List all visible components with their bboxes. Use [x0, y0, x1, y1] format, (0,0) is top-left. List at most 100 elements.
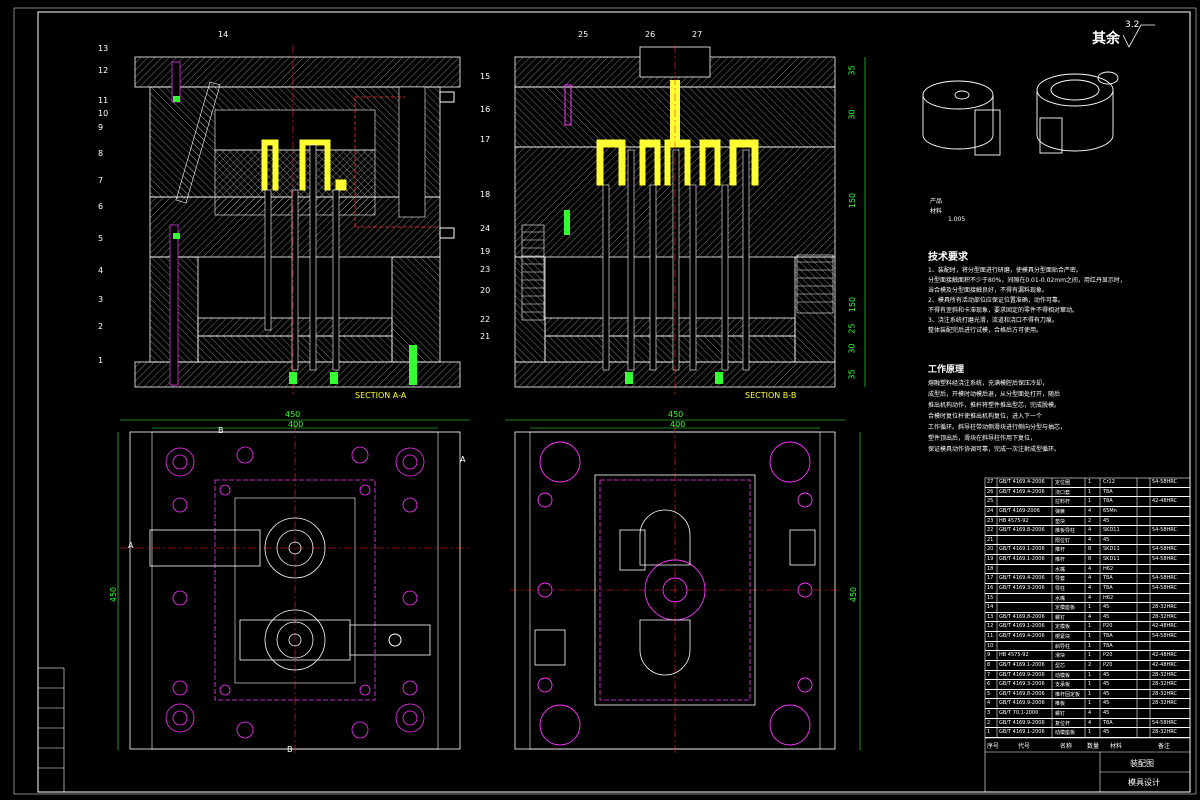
bom-cell-qty: 1 — [1088, 604, 1092, 611]
bom-cell-qty: 1 — [1088, 488, 1092, 495]
bom-cell-name: 型芯 — [1055, 662, 1066, 669]
tech-line: 当合模及分型面接触良好，不得有漏料现象。 — [928, 287, 1049, 294]
bom-cell-mat: H62 — [1103, 594, 1114, 601]
bom-cell-std: GB/T 4169.4-2006 — [999, 479, 1045, 485]
bom-cell-qty: 4 — [1088, 613, 1092, 620]
bom-row: 14 定模座板 1 45 28-32HRC — [985, 603, 1190, 613]
bom-cell-name: 拉料杆 — [1055, 499, 1071, 506]
bom-row: 4 GB/T 4169.9-2006 推板 1 45 28-32HRC — [985, 699, 1190, 710]
part-number: 19 — [480, 247, 491, 256]
part-number: 11 — [98, 96, 109, 105]
part-number: 25 — [578, 30, 589, 39]
dim-width-inner-right: 400 — [670, 420, 686, 429]
bom-cell-qty: 4 — [1088, 575, 1092, 582]
tech-line: 不得有歪斜和卡滞现象，要求固定的零件不得相对窜动。 — [928, 307, 1079, 314]
bom-cell-note: 28-32HRC — [1152, 604, 1178, 611]
bom-row: 17 GB/T 4169.4-2006 导套 4 T8A 54-58HRC — [985, 574, 1190, 584]
dim-height: 35 — [847, 65, 857, 76]
bom-row: 7 GB/T 4169.9-2006 动模板 1 45 28-32HRC — [985, 671, 1190, 681]
bom-cell-std: GB/T 4169.8-2006 — [999, 527, 1045, 534]
plan-view-moving-half — [120, 425, 470, 755]
work-title: 工作原理 — [928, 365, 965, 375]
bom-cell-no: 17 — [987, 575, 994, 582]
bom-row: 19 GB/T 4169.1-2006 推杆 8 SKD11 54-58HRC — [985, 555, 1190, 565]
part-number: 8 — [98, 149, 104, 158]
bom-cell-qty: 1 — [1088, 479, 1092, 485]
bom-cell-std: GB/T 4169.1-2006 — [999, 546, 1045, 553]
part-number: 27 — [692, 30, 703, 39]
work-line: 熔融塑料经浇注系统，充满模腔后保压冷却， — [928, 380, 1049, 387]
bom-cell-qty: 1 — [1088, 498, 1092, 505]
bom-row: 21 限位钉 4 45 — [985, 536, 1190, 546]
bom-cell-name: 支承板 — [1055, 682, 1071, 689]
bom-cell-mat: 45 — [1103, 681, 1110, 688]
bom-row: 1 GB/T 4169.1-2006 动模座板 1 45 28-32HRC — [985, 728, 1190, 738]
bom-cell-no: 23 — [987, 517, 994, 524]
drawing-title: 装配图 — [1130, 759, 1154, 768]
bom-cell-mat: T8A — [1103, 719, 1113, 726]
product-3d-views — [922, 71, 1119, 156]
bom-header-mat: 材料 — [1110, 743, 1123, 750]
bom-row: 24 GB/T 4169-2006 弹簧 4 65Mn — [985, 507, 1190, 517]
bom-cell-qty: 2 — [1088, 661, 1092, 668]
bom-cell-std: GB/T 4169.1-2006 — [999, 623, 1045, 630]
bom-cell-note: 28-32HRC — [1152, 613, 1178, 620]
bom-cell-mat: T8A — [1103, 642, 1113, 649]
bom-cell-name: 推杆 — [1055, 557, 1066, 564]
bom-cell-note: 28-32HRC — [1152, 681, 1178, 688]
bom-cell-name: 定模板 — [1055, 624, 1071, 631]
drawing-subtitle: 模具设计 — [1128, 778, 1160, 787]
work-line: 保证模具动作协调可靠，完成一次注射成型循环。 — [928, 446, 1061, 453]
bom-cell-no: 1 — [987, 729, 991, 736]
bom-cell-std: GB/T 4169-2006 — [999, 507, 1040, 514]
bom-cell-mat: P20 — [1103, 623, 1113, 630]
dim-height: 150 — [848, 192, 858, 209]
cut-a-left: A — [128, 541, 134, 550]
part-number: 6 — [98, 202, 104, 211]
dim-width-outer-left: 450 — [285, 410, 301, 419]
part-number: 22 — [480, 315, 491, 324]
bom-row: 3 GB/T 70.1-2000 螺钉 4 45 — [985, 709, 1190, 719]
bom-cell-no: 24 — [987, 507, 994, 514]
bom-cell-qty: 8 — [1088, 556, 1092, 563]
bom-cell-name: 推板导柱 — [1055, 528, 1076, 535]
bom-row: 5 GB/T 4169.8-2006 推杆固定板 1 45 28-32HRC — [985, 690, 1190, 700]
bom-cell-name: 定模座板 — [1055, 605, 1076, 612]
bom-cell-mat: SKD11 — [1103, 527, 1120, 534]
part-number: 13 — [98, 44, 109, 53]
bom-cell-no: 15 — [987, 594, 994, 601]
bom-cell-no: 2 — [987, 719, 991, 726]
part-number: 26 — [645, 30, 656, 39]
bom-row: 27 GB/T 4169.4-2006 定位圈 1 Cr12 54-58HRC — [985, 478, 1190, 488]
part-number: 16 — [480, 105, 491, 114]
bom-cell-mat: SKD11 — [1103, 546, 1120, 553]
bom-cell-no: 21 — [987, 536, 994, 543]
bom-cell-name: 动模板 — [1055, 672, 1071, 679]
work-line: 推出机构动作，推杆将塑件推出型芯，完成脱模。 — [928, 402, 1061, 409]
bom-row: 26 GB/T 4169.4-2006 浇口套 1 T8A — [985, 488, 1190, 498]
part-number: 3 — [98, 295, 104, 304]
bom-cell-name: 弹簧 — [1055, 508, 1066, 515]
bom-cell-name: 螺钉 — [1055, 711, 1066, 718]
roughness-value: 3.2 — [1125, 20, 1140, 30]
bom-cell-no: 12 — [987, 623, 994, 630]
bom-cell-name: 定位圈 — [1055, 480, 1071, 486]
bom-cell-std: GB/T 4169.1-2006 — [999, 661, 1045, 668]
bom-row: 11 GB/T 4169.4-2006 楔紧块 1 T8A 54-58HRC — [985, 632, 1190, 642]
bom-cell-no: 26 — [987, 488, 994, 495]
bom-row: 10 斜导柱 1 T8A — [985, 642, 1190, 652]
bom-cell-no: 25 — [987, 498, 994, 505]
bom-cell-no: 10 — [987, 642, 994, 649]
section-b-label: SECTION B-B — [745, 391, 797, 400]
bom-row: 23 HB 4575-92 垫块 2 45 — [985, 517, 1190, 527]
bom-cell-name: 斜导柱 — [1055, 643, 1071, 650]
work-line: 合模时复位杆使推出机构复位，进入下一个 — [928, 413, 1043, 420]
bom-row: 18 水嘴 4 H62 — [985, 565, 1190, 575]
work-line: 成型后，开模时动模后退，从分型面处打开，随后 — [928, 391, 1061, 398]
bom-cell-mat: T8A — [1103, 575, 1113, 582]
bom-cell-qty: 4 — [1088, 594, 1092, 601]
material: 材料 — [930, 208, 943, 215]
bom-cell-name: 浇口套 — [1055, 489, 1071, 496]
bom-cell-mat: 45 — [1103, 536, 1110, 543]
bom-cell-std: GB/T 4169.3-2006 — [999, 584, 1045, 591]
